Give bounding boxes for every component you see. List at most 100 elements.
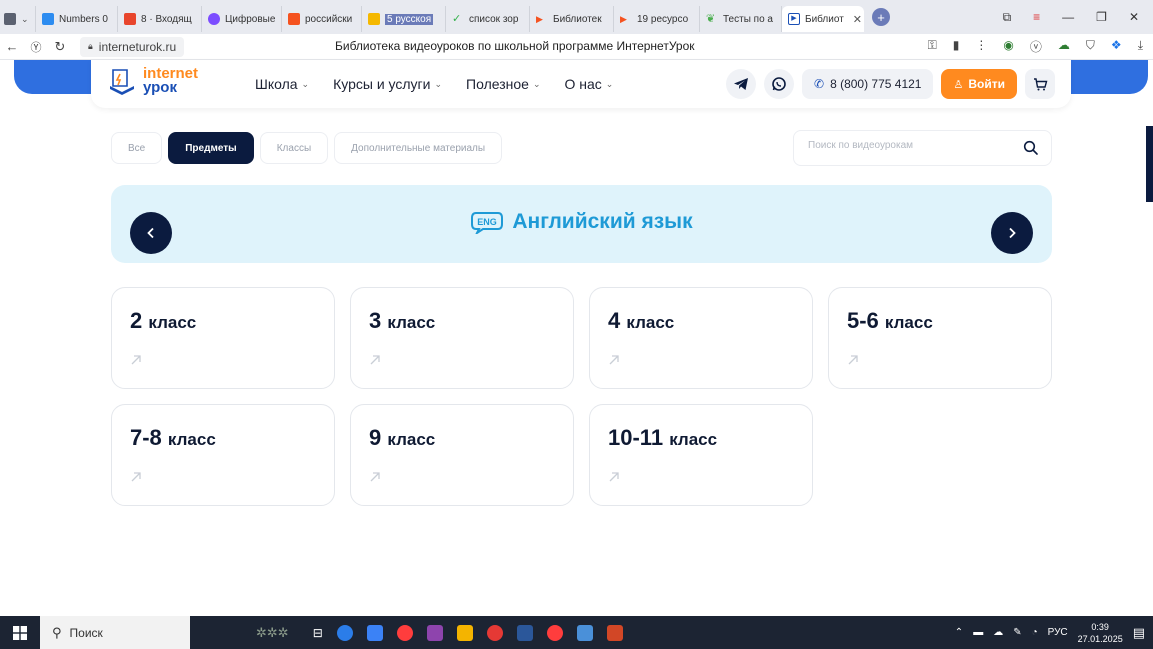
- notification-icon[interactable]: ▤: [1133, 625, 1145, 641]
- cloud-icon[interactable]: ☁: [993, 627, 1003, 638]
- app-icon[interactable]: [336, 624, 353, 641]
- grade-card-3[interactable]: 3 класс: [350, 287, 574, 389]
- arrow-up-right-icon: [609, 472, 619, 482]
- browser-tab-6[interactable]: ✓ список зор: [446, 6, 530, 32]
- browser-tab-0[interactable]: ⌄: [0, 6, 36, 32]
- yandex-home-icon[interactable]: Ⓨ: [24, 39, 48, 55]
- next-subject-button[interactable]: [991, 212, 1033, 254]
- key-icon[interactable]: ⚿: [928, 38, 937, 55]
- numbers-icon: [42, 13, 54, 25]
- winrar-icon[interactable]: [426, 624, 443, 641]
- menu-item-school[interactable]: Школа ⌄: [255, 76, 309, 92]
- grade-card-4[interactable]: 4 класс: [589, 287, 813, 389]
- yandex-browser-icon[interactable]: [396, 624, 413, 641]
- copy-icon[interactable]: ⧉: [1003, 10, 1012, 25]
- grade-card-9[interactable]: 9 класс: [350, 404, 574, 506]
- browser-tab-3[interactable]: Цифровые: [202, 6, 282, 32]
- chip-classes[interactable]: Классы: [259, 132, 329, 164]
- browser-tab-9[interactable]: ❦ Тесты по а: [700, 6, 782, 32]
- yandex-icon[interactable]: [486, 624, 503, 641]
- new-tab-button[interactable]: +: [872, 8, 890, 26]
- language-indicator[interactable]: РУС: [1048, 627, 1068, 638]
- filter-chips: Все Предметы Классы Дополнительные матер…: [111, 132, 503, 164]
- browser-address-bar: ← Ⓨ ↻ 🔒︎ interneturok.ru Библиотека виде…: [0, 34, 1153, 60]
- browser-tab-8[interactable]: ▶ 19 ресурсо: [614, 6, 700, 32]
- wifi-icon[interactable]: ◔: [1032, 627, 1038, 638]
- bookmark-icon[interactable]: ▮: [953, 38, 960, 55]
- url-field[interactable]: 🔒︎ interneturok.ru: [80, 36, 185, 57]
- play-icon: ▶: [620, 14, 627, 24]
- grade-suffix: класс: [167, 430, 216, 449]
- phone-button[interactable]: ✆ 8 (800) 775 4121: [802, 69, 934, 99]
- site-logo[interactable]: internet урок: [107, 66, 198, 96]
- taskbar-search[interactable]: ⚲ Поиск: [40, 616, 190, 649]
- trees-icon: ✲✲✲: [256, 624, 289, 640]
- pen-icon[interactable]: ✎: [1013, 627, 1021, 638]
- clock[interactable]: 0:39 27.01.2025: [1078, 621, 1123, 645]
- phone-number: 8 (800) 775 4121: [830, 77, 922, 91]
- grade-card-7-8[interactable]: 7-8 класс: [111, 404, 335, 506]
- browser-tab-1[interactable]: Numbers 0: [36, 6, 118, 32]
- minimize-button[interactable]: —: [1062, 10, 1074, 24]
- browser-tab-7[interactable]: ▶ Библиотек: [530, 6, 614, 32]
- cart-button[interactable]: [1025, 69, 1055, 99]
- chip-extra-materials[interactable]: Дополнительные материалы: [334, 132, 503, 164]
- leaf-icon: ❦: [706, 13, 716, 25]
- scroll-indicator[interactable]: [1146, 126, 1153, 202]
- extension-icon[interactable]: ◉: [1003, 38, 1013, 55]
- grade-number: 5-6: [847, 308, 879, 333]
- extension-icon[interactable]: ⛉: [1086, 38, 1095, 55]
- chip-subjects[interactable]: Предметы: [168, 132, 254, 164]
- grade-title: 2 класс: [130, 308, 196, 334]
- close-tab-icon[interactable]: ✕: [853, 13, 862, 26]
- browser-tab-active[interactable]: ▶ Библиот ✕: [782, 6, 864, 32]
- grade-card-2[interactable]: 2 класс: [111, 287, 335, 389]
- taskbar-apps: ✲✲✲ ⊟: [256, 624, 623, 641]
- arrow-up-right-icon: [131, 472, 141, 482]
- play-icon: ▶: [536, 14, 543, 24]
- extension-icon[interactable]: ☁: [1058, 38, 1070, 55]
- tab-label: российски: [305, 13, 353, 25]
- grade-card-5-6[interactable]: 5-6 класс: [828, 287, 1052, 389]
- extension-icon[interactable]: ❖: [1111, 38, 1122, 55]
- powerpoint-icon[interactable]: [606, 624, 623, 641]
- whatsapp-button[interactable]: [764, 69, 795, 99]
- menu-item-courses[interactable]: Курсы и услуги ⌄: [333, 76, 442, 92]
- grade-number: 4: [608, 308, 621, 333]
- presentation-icon[interactable]: [576, 624, 593, 641]
- vpn-icon[interactable]: ⓥ: [1030, 38, 1042, 55]
- site-header: internet урок Школа ⌄ Курсы и услуги ⌄ П…: [91, 60, 1071, 108]
- grade-card-10-11[interactable]: 10-11 класс: [589, 404, 813, 506]
- file-explorer-icon[interactable]: [456, 624, 473, 641]
- telegram-button[interactable]: [726, 69, 757, 99]
- search-input[interactable]: [808, 140, 1008, 151]
- download-icon[interactable]: ⤓: [1138, 38, 1143, 55]
- browser-tab-5[interactable]: 5 русскоя: [362, 6, 446, 32]
- yandex-browser-icon[interactable]: [546, 624, 563, 641]
- login-button[interactable]: ♙ Войти: [941, 69, 1017, 99]
- browser-extensions: ⚿ ▮ ⋮ ◉ ⓥ ☁ ⛉ ❖ ⤓: [928, 38, 1143, 55]
- close-window-button[interactable]: ✕: [1129, 10, 1139, 24]
- restore-button[interactable]: ❐: [1096, 10, 1107, 24]
- grade-number: 2: [130, 308, 143, 333]
- chip-all[interactable]: Все: [111, 132, 163, 164]
- menu-icon[interactable]: ≡: [1033, 10, 1040, 24]
- chevron-down-icon: ⌄: [434, 78, 443, 89]
- tab-icon: [208, 13, 220, 25]
- back-icon[interactable]: ←: [0, 39, 24, 54]
- browser-tab-2[interactable]: 8 · Входящ: [118, 6, 202, 32]
- browser-tab-4[interactable]: российски: [282, 6, 362, 32]
- start-button[interactable]: [0, 616, 40, 649]
- menu-item-useful[interactable]: Полезное ⌄: [466, 76, 540, 92]
- search-icon[interactable]: [1023, 140, 1039, 156]
- chevron-up-icon[interactable]: ⌃: [955, 627, 963, 638]
- menu-item-about[interactable]: О нас ⌄: [565, 76, 614, 92]
- store-icon[interactable]: [366, 624, 383, 641]
- more-icon[interactable]: ⋮: [975, 38, 987, 55]
- word-icon[interactable]: [516, 624, 533, 641]
- task-view-icon[interactable]: ⊟: [313, 626, 323, 640]
- battery-icon[interactable]: ▬: [973, 627, 983, 638]
- reload-icon[interactable]: ↻: [48, 39, 72, 55]
- grade-title: 4 класс: [608, 308, 674, 334]
- tab-label: Библиот: [805, 13, 844, 25]
